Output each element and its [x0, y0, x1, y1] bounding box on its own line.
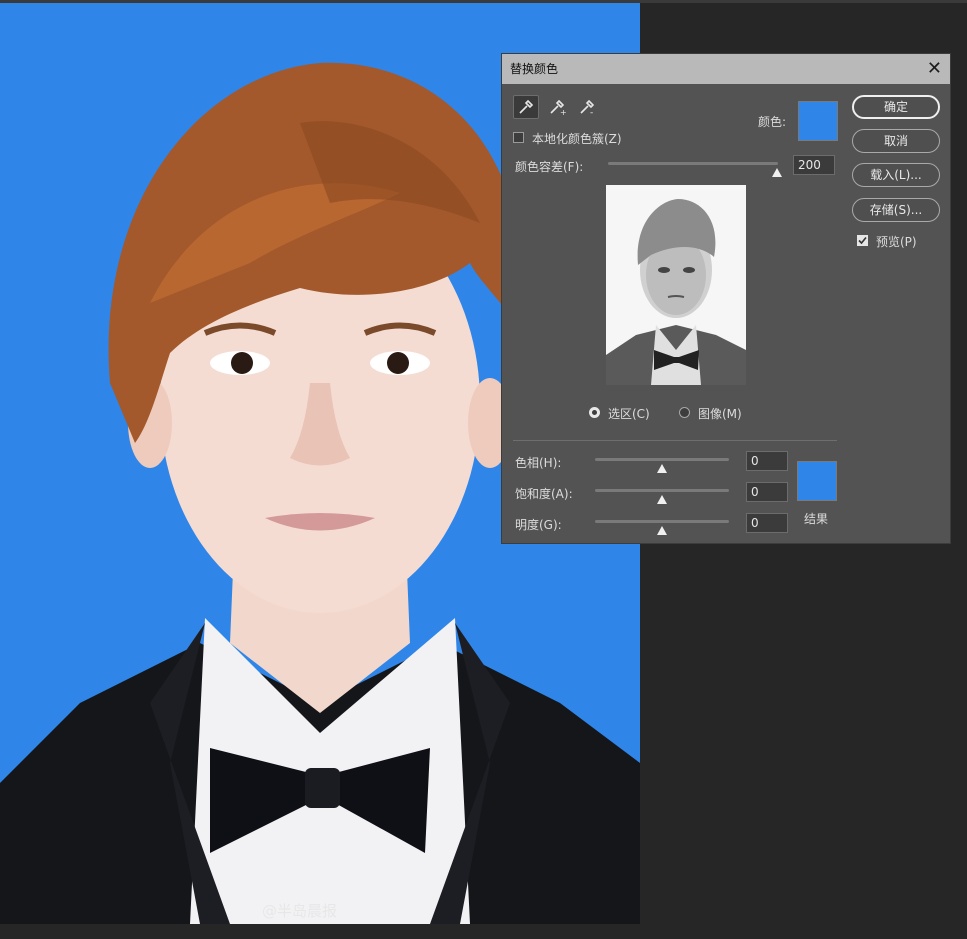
lightness-slider-thumb[interactable]: [657, 526, 667, 535]
radio-selection-label: 选区(C): [608, 407, 650, 421]
result-swatch[interactable]: [797, 461, 837, 501]
tolerance-slider-thumb[interactable]: [772, 168, 782, 177]
eyedropper-plus-icon[interactable]: +: [545, 95, 571, 119]
lightness-input[interactable]: 0: [746, 513, 788, 533]
radio-selection[interactable]: [589, 407, 600, 418]
cancel-button[interactable]: 取消: [852, 129, 940, 153]
saturation-slider-thumb[interactable]: [657, 495, 667, 504]
svg-text:-: -: [590, 108, 593, 115]
close-icon[interactable]: ✕: [927, 54, 942, 84]
localized-color-clusters-checkbox[interactable]: [513, 132, 524, 143]
color-label: 颜色:: [758, 115, 787, 129]
saturation-label: 饱和度(A):: [515, 487, 573, 501]
preview-checkbox[interactable]: [857, 235, 868, 246]
replace-color-dialog: 替换颜色 ✕ + - 颜色: 本地化颜色簇(Z) 颜色容差(F): 200 选区…: [501, 53, 951, 544]
selection-mask-image: [606, 185, 746, 385]
result-label: 结果: [804, 512, 829, 526]
svg-text:+: +: [560, 108, 567, 115]
ok-button[interactable]: 确定: [852, 95, 940, 119]
dialog-title: 替换颜色: [510, 62, 559, 76]
eyedropper-icon[interactable]: [513, 95, 539, 119]
selection-preview[interactable]: [606, 185, 746, 385]
lightness-label: 明度(G):: [515, 518, 562, 532]
saturation-input[interactable]: 0: [746, 482, 788, 502]
hue-input[interactable]: 0: [746, 451, 788, 471]
watermark-text: @半岛晨报: [262, 902, 338, 920]
color-swatch[interactable]: [798, 101, 838, 141]
hue-slider-thumb[interactable]: [657, 464, 667, 473]
tolerance-slider-track[interactable]: [608, 162, 778, 165]
hue-slider-track[interactable]: [595, 458, 729, 461]
preview-label: 预览(P): [876, 235, 917, 249]
localized-color-clusters-label: 本地化颜色簇(Z): [532, 132, 622, 146]
radio-image[interactable]: [679, 407, 690, 418]
saturation-slider-track[interactable]: [595, 489, 729, 492]
eyedropper-minus-icon[interactable]: -: [575, 95, 601, 119]
lightness-slider-track[interactable]: [595, 520, 729, 523]
tolerance-label: 颜色容差(F):: [515, 160, 584, 174]
save-button[interactable]: 存储(S)...: [852, 198, 940, 222]
radio-image-label: 图像(M): [698, 407, 742, 421]
load-button[interactable]: 载入(L)...: [852, 163, 940, 187]
checkmark-icon: [858, 236, 867, 245]
tolerance-input[interactable]: 200: [793, 155, 835, 175]
hue-label: 色相(H):: [515, 456, 562, 470]
dialog-title-bar[interactable]: 替换颜色 ✕: [502, 54, 950, 84]
section-divider: [513, 440, 837, 441]
